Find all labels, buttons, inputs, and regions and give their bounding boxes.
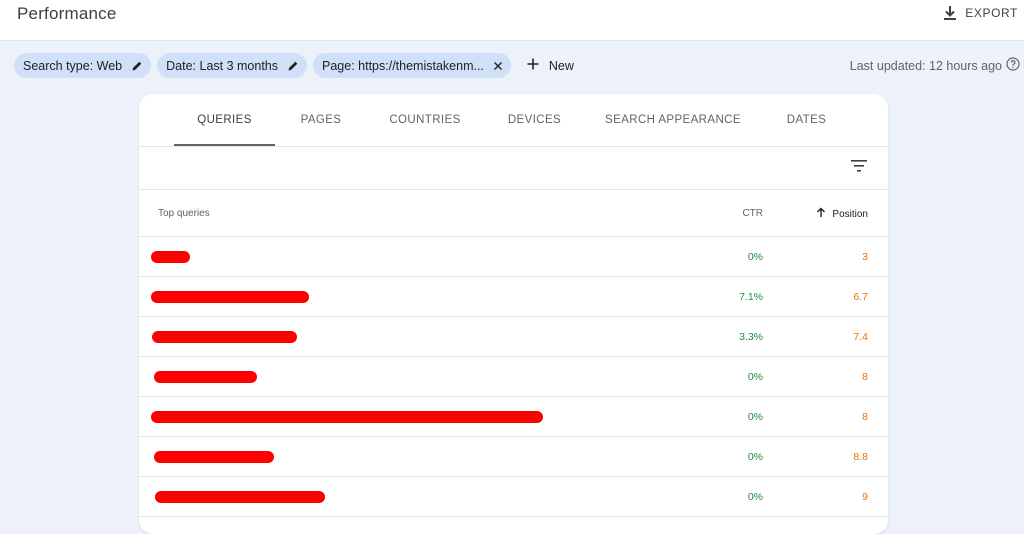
position-value: 9	[862, 491, 868, 503]
position-value: 6.7	[853, 291, 868, 303]
tab-countries[interactable]: COUNTRIES	[385, 94, 465, 146]
table-header: Top queries CTR Position	[139, 190, 888, 237]
redacted-query	[151, 291, 309, 303]
filter-bar: Search type: Web Date: Last 3 months Pag…	[14, 53, 574, 78]
export-label: EXPORT	[965, 6, 1018, 20]
table-row[interactable]: 3.3% 7.4	[139, 317, 888, 357]
edit-icon[interactable]	[131, 60, 143, 72]
help-icon[interactable]	[1006, 57, 1020, 74]
column-header-ctr[interactable]: CTR	[742, 208, 763, 219]
column-header-position[interactable]: Position	[816, 207, 868, 221]
redacted-query	[152, 331, 297, 343]
table-row[interactable]: 0% 3	[139, 237, 888, 277]
ctr-value: 0%	[747, 251, 763, 263]
ctr-value: 0%	[747, 371, 763, 383]
position-value: 8	[862, 411, 868, 423]
column-header-queries: Top queries	[158, 208, 210, 219]
tab-queries[interactable]: QUERIES	[174, 94, 275, 146]
filter-chip-date[interactable]: Date: Last 3 months	[157, 53, 308, 78]
tab-dates[interactable]: DATES	[779, 94, 834, 146]
tab-search-appearance[interactable]: SEARCH APPEARANCE	[602, 94, 744, 146]
position-value: 8	[862, 371, 868, 383]
queries-table-body: 0% 3 7.1% 6.7 3.3% 7.4 0% 8 0% 8 0% 8.8	[139, 237, 888, 517]
table-row[interactable]: 0% 9	[139, 477, 888, 517]
top-bar: Performance EXPORT	[0, 0, 1024, 41]
filter-list-icon[interactable]	[851, 159, 867, 173]
tab-bar: QUERIES PAGES COUNTRIES DEVICES SEARCH A…	[139, 94, 888, 147]
redacted-query	[155, 491, 325, 503]
ctr-value: 0%	[747, 411, 763, 423]
redacted-query	[154, 451, 274, 463]
tab-pages[interactable]: PAGES	[292, 94, 350, 146]
tab-devices[interactable]: DEVICES	[501, 94, 568, 146]
column-header-position-label: Position	[832, 208, 868, 220]
position-value: 8.8	[853, 451, 868, 463]
ctr-value: 3.3%	[739, 331, 763, 343]
queries-card: QUERIES PAGES COUNTRIES DEVICES SEARCH A…	[139, 94, 888, 534]
page-title: Performance	[17, 4, 117, 23]
position-value: 3	[862, 251, 868, 263]
last-updated: Last updated: 12 hours ago	[850, 57, 1020, 74]
table-row[interactable]: 0% 8.8	[139, 437, 888, 477]
redacted-query	[151, 251, 190, 263]
sort-arrow-up-icon	[816, 207, 826, 221]
chip-label: Search type: Web	[23, 58, 123, 73]
redacted-query	[154, 371, 257, 383]
filter-chip-page[interactable]: Page: https://themistakenm...	[313, 53, 511, 78]
new-filter-button[interactable]: New	[527, 58, 574, 73]
table-row[interactable]: 7.1% 6.7	[139, 277, 888, 317]
table-toolbar	[139, 146, 888, 190]
plus-icon	[527, 58, 539, 73]
filter-chip-search-type[interactable]: Search type: Web	[14, 53, 152, 78]
table-row[interactable]: 0% 8	[139, 357, 888, 397]
new-filter-label: New	[548, 58, 574, 73]
last-updated-text: Last updated: 12 hours ago	[849, 58, 1002, 73]
ctr-value: 0%	[747, 491, 763, 503]
table-row[interactable]: 0% 8	[139, 397, 888, 437]
download-icon	[943, 5, 957, 21]
redacted-query	[151, 411, 543, 423]
chip-label: Page: https://themistakenm...	[322, 58, 484, 73]
edit-icon[interactable]	[287, 60, 299, 72]
close-icon[interactable]	[493, 61, 503, 71]
ctr-value: 0%	[747, 451, 763, 463]
ctr-value: 7.1%	[739, 291, 763, 303]
export-button[interactable]: EXPORT	[943, 3, 1018, 23]
chip-label: Date: Last 3 months	[166, 58, 279, 73]
position-value: 7.4	[853, 331, 868, 343]
